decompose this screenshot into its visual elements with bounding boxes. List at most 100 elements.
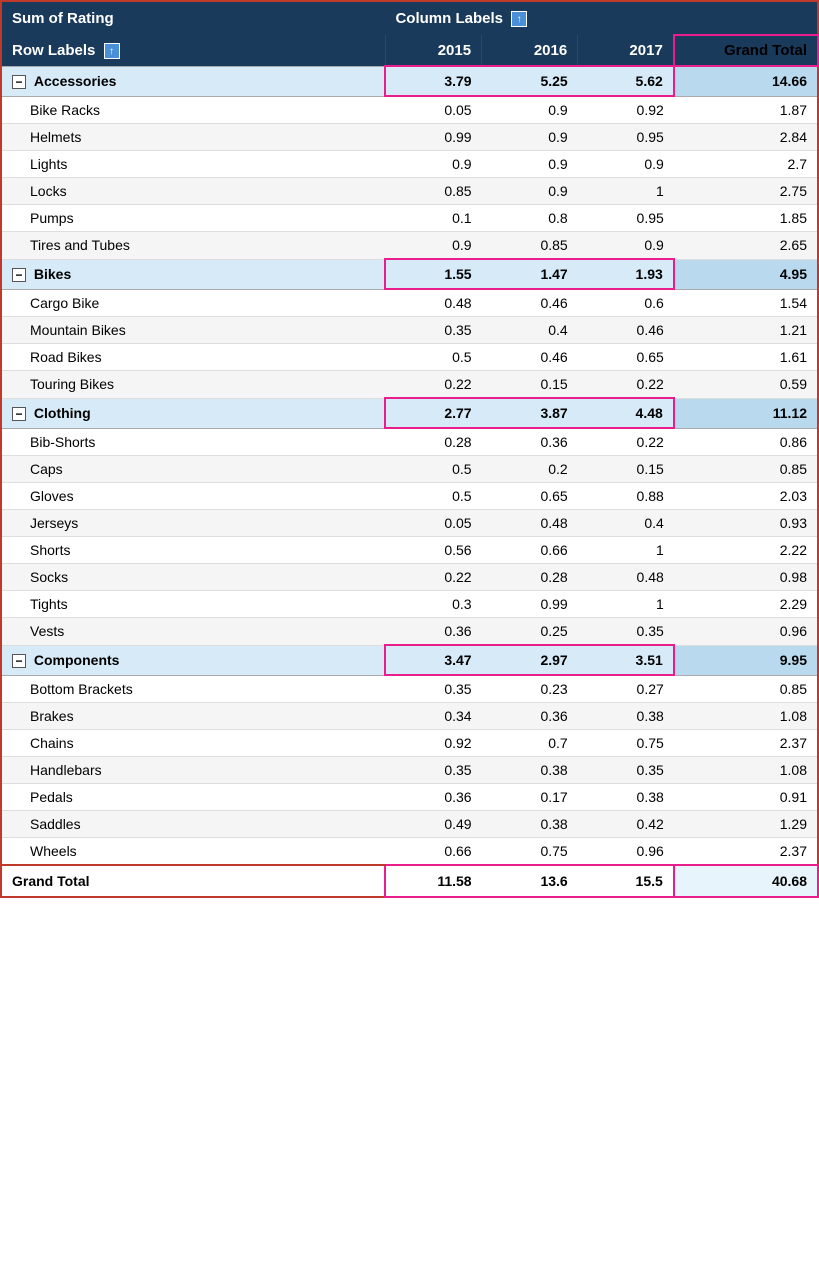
detail-label: Road Bikes xyxy=(1,344,385,371)
detail-grand-total: 0.91 xyxy=(674,784,818,811)
detail-val-2016: 0.38 xyxy=(482,811,578,838)
detail-val-2016: 0.36 xyxy=(482,428,578,456)
detail-val-2017: 0.15 xyxy=(578,456,674,483)
detail-val-2017: 0.42 xyxy=(578,811,674,838)
detail-val-2017: 0.95 xyxy=(578,205,674,232)
detail-val-2016: 0.9 xyxy=(482,96,578,124)
detail-val-2015: 0.99 xyxy=(385,124,481,151)
grand-total-row: Grand Total 11.58 13.6 15.5 40.68 xyxy=(1,865,818,897)
detail-val-2016: 0.65 xyxy=(482,483,578,510)
detail-val-2016: 0.23 xyxy=(482,675,578,703)
detail-val-2015: 0.36 xyxy=(385,784,481,811)
detail-val-2015: 0.35 xyxy=(385,317,481,344)
group-val-2015: 2.77 xyxy=(385,398,481,428)
detail-label: Saddles xyxy=(1,811,385,838)
detail-grand-total: 1.29 xyxy=(674,811,818,838)
detail-label: Touring Bikes xyxy=(1,371,385,399)
detail-val-2015: 0.49 xyxy=(385,811,481,838)
detail-label: Gloves xyxy=(1,483,385,510)
detail-grand-total: 1.08 xyxy=(674,703,818,730)
detail-val-2016: 0.48 xyxy=(482,510,578,537)
detail-val-2016: 0.28 xyxy=(482,564,578,591)
detail-val-2015: 0.66 xyxy=(385,838,481,866)
detail-label: Bike Racks xyxy=(1,96,385,124)
row-labels-header: Row Labels ↑ xyxy=(1,35,385,66)
detail-val-2015: 0.34 xyxy=(385,703,481,730)
detail-val-2017: 0.4 xyxy=(578,510,674,537)
detail-grand-total: 1.87 xyxy=(674,96,818,124)
row-sort-icon[interactable]: ↑ xyxy=(104,43,120,59)
detail-val-2017: 0.96 xyxy=(578,838,674,866)
header-2017: 2017 xyxy=(578,35,674,66)
detail-label: Tires and Tubes xyxy=(1,232,385,260)
group-val-2016: 2.97 xyxy=(482,645,578,675)
sum-of-rating-label: Sum of Rating xyxy=(1,1,385,35)
collapse-icon[interactable]: − xyxy=(12,268,26,282)
table-row: Shorts 0.56 0.66 1 2.22 xyxy=(1,537,818,564)
detail-val-2015: 0.9 xyxy=(385,151,481,178)
detail-val-2015: 0.92 xyxy=(385,730,481,757)
group-label: − Bikes xyxy=(1,259,385,289)
detail-val-2015: 0.22 xyxy=(385,371,481,399)
table-row: Saddles 0.49 0.38 0.42 1.29 xyxy=(1,811,818,838)
detail-val-2016: 0.46 xyxy=(482,344,578,371)
group-grand-total: 4.95 xyxy=(674,259,818,289)
table-row: Handlebars 0.35 0.38 0.35 1.08 xyxy=(1,757,818,784)
detail-val-2016: 0.66 xyxy=(482,537,578,564)
detail-grand-total: 0.85 xyxy=(674,675,818,703)
column-sort-icon[interactable]: ↑ xyxy=(511,11,527,27)
detail-grand-total: 1.08 xyxy=(674,757,818,784)
group-val-2016: 3.87 xyxy=(482,398,578,428)
detail-label: Brakes xyxy=(1,703,385,730)
group-val-2017: 4.48 xyxy=(578,398,674,428)
detail-grand-total: 1.21 xyxy=(674,317,818,344)
detail-val-2016: 0.46 xyxy=(482,289,578,317)
collapse-icon[interactable]: − xyxy=(12,75,26,89)
detail-val-2015: 0.48 xyxy=(385,289,481,317)
detail-val-2015: 0.5 xyxy=(385,483,481,510)
table-row: Jerseys 0.05 0.48 0.4 0.93 xyxy=(1,510,818,537)
table-row: Gloves 0.5 0.65 0.88 2.03 xyxy=(1,483,818,510)
detail-label: Pumps xyxy=(1,205,385,232)
detail-val-2017: 0.95 xyxy=(578,124,674,151)
detail-label: Helmets xyxy=(1,124,385,151)
detail-grand-total: 2.75 xyxy=(674,178,818,205)
detail-label: Pedals xyxy=(1,784,385,811)
group-label: − Accessories xyxy=(1,66,385,96)
detail-val-2015: 0.85 xyxy=(385,178,481,205)
collapse-icon[interactable]: − xyxy=(12,407,26,421)
detail-val-2016: 0.2 xyxy=(482,456,578,483)
detail-label: Wheels xyxy=(1,838,385,866)
detail-label: Lights xyxy=(1,151,385,178)
detail-val-2016: 0.8 xyxy=(482,205,578,232)
table-row: Mountain Bikes 0.35 0.4 0.46 1.21 xyxy=(1,317,818,344)
table-row: Wheels 0.66 0.75 0.96 2.37 xyxy=(1,838,818,866)
group-val-2017: 1.93 xyxy=(578,259,674,289)
header-top-row: Sum of Rating Column Labels ↑ xyxy=(1,1,818,35)
detail-val-2017: 0.75 xyxy=(578,730,674,757)
group-val-2017: 3.51 xyxy=(578,645,674,675)
table-row: Cargo Bike 0.48 0.46 0.6 1.54 xyxy=(1,289,818,317)
group-val-2015: 3.79 xyxy=(385,66,481,96)
collapse-icon[interactable]: − xyxy=(12,654,26,668)
table-row: Road Bikes 0.5 0.46 0.65 1.61 xyxy=(1,344,818,371)
group-row-clothing: − Clothing 2.77 3.87 4.48 11.12 xyxy=(1,398,818,428)
detail-label: Handlebars xyxy=(1,757,385,784)
group-grand-total: 9.95 xyxy=(674,645,818,675)
detail-val-2015: 0.5 xyxy=(385,456,481,483)
detail-val-2017: 1 xyxy=(578,178,674,205)
detail-label: Tights xyxy=(1,591,385,618)
detail-val-2017: 0.38 xyxy=(578,784,674,811)
detail-val-2015: 0.1 xyxy=(385,205,481,232)
detail-grand-total: 1.85 xyxy=(674,205,818,232)
table-row: Vests 0.36 0.25 0.35 0.96 xyxy=(1,618,818,646)
header-cols-row: Row Labels ↑ 2015 2016 2017 Grand Total xyxy=(1,35,818,66)
group-row-components: − Components 3.47 2.97 3.51 9.95 xyxy=(1,645,818,675)
table-row: Brakes 0.34 0.36 0.38 1.08 xyxy=(1,703,818,730)
detail-val-2015: 0.36 xyxy=(385,618,481,646)
header-2016: 2016 xyxy=(482,35,578,66)
detail-val-2017: 1 xyxy=(578,537,674,564)
detail-val-2015: 0.35 xyxy=(385,757,481,784)
detail-val-2017: 0.9 xyxy=(578,232,674,260)
detail-val-2017: 0.22 xyxy=(578,371,674,399)
